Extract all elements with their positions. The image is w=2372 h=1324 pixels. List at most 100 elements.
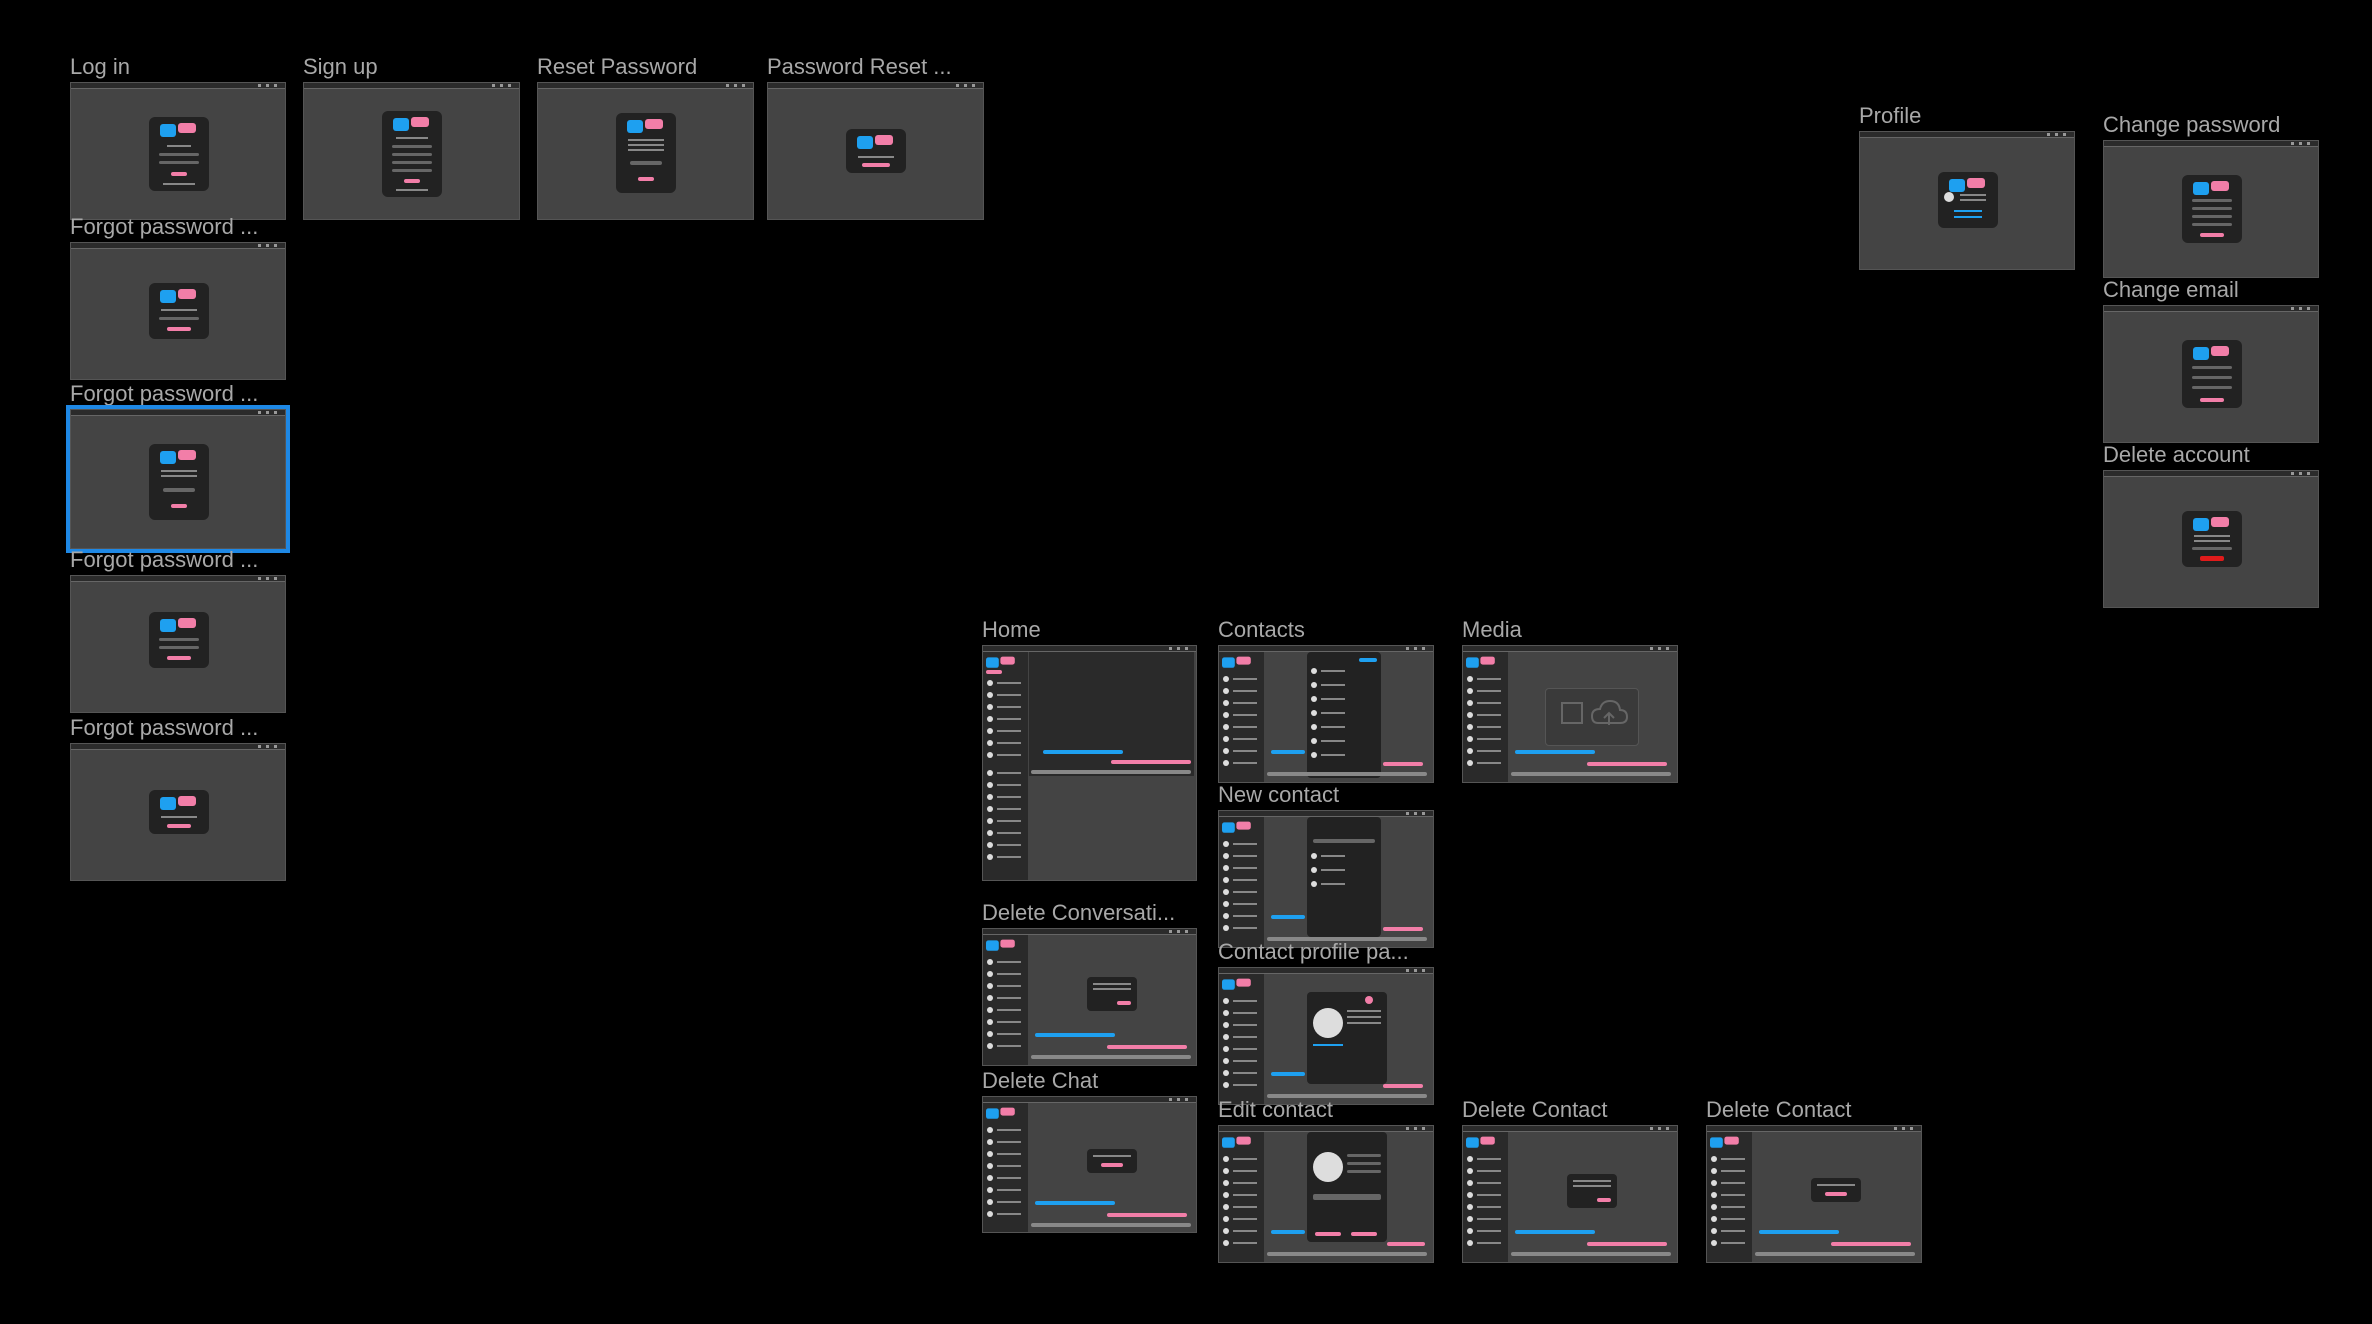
frame-media[interactable]: Media <box>1462 617 1678 783</box>
contacts-sidebar <box>983 1103 1028 1232</box>
avatar <box>1313 1152 1343 1182</box>
frame-login[interactable]: Log in <box>70 54 286 220</box>
browser-bar <box>768 83 983 89</box>
app-logo <box>857 133 895 151</box>
frame-change-email[interactable]: Change email <box>2103 277 2319 443</box>
frame-forgot-password-3[interactable]: Forgot password ... <box>70 547 286 713</box>
frame-thumbnail[interactable] <box>2103 140 2319 278</box>
frame-thumbnail-selected[interactable] <box>66 405 290 553</box>
frame-title: New contact <box>1218 782 1340 807</box>
browser-bar <box>1860 132 2074 138</box>
browser-bar <box>304 83 519 89</box>
frame-title: Forgot password ... <box>70 214 259 239</box>
frame-thumbnail[interactable] <box>303 82 520 220</box>
app-logo <box>986 1106 1016 1120</box>
contacts-panel <box>1307 652 1381 778</box>
signup-card <box>382 111 442 197</box>
frame-thumbnail[interactable] <box>1462 645 1678 783</box>
frame-thumbnail[interactable] <box>70 82 286 220</box>
frame-title: Delete Contact <box>1706 1097 1852 1122</box>
frame-title: Contact profile pa... <box>1218 939 1409 964</box>
frame-signup[interactable]: Sign up <box>303 54 520 220</box>
frame-title: Change email <box>2103 277 2239 302</box>
frame-thumbnail[interactable] <box>982 645 1197 881</box>
app-logo <box>1222 977 1252 991</box>
frame-reset-password[interactable]: Reset Password <box>537 54 754 220</box>
contacts-sidebar <box>983 935 1028 1065</box>
frame-title: Sign up <box>303 54 378 79</box>
frame-change-password[interactable]: Change password <box>2103 112 2319 278</box>
frame-password-reset[interactable]: Password Reset ... <box>767 54 984 220</box>
frame-thumbnail[interactable] <box>2103 470 2319 608</box>
frame-title: Forgot password ... <box>70 381 259 406</box>
frame-thumbnail[interactable] <box>982 1096 1197 1233</box>
app-logo <box>2193 344 2231 362</box>
app-logo <box>160 448 198 466</box>
frame-forgot-password-2[interactable]: Forgot password ... <box>66 381 290 553</box>
frame-title: Delete Chat <box>982 1068 1099 1093</box>
frame-delete-contact-2[interactable]: Delete Contact <box>1706 1097 1922 1263</box>
app-logo <box>1466 655 1496 669</box>
frame-title: Reset Password <box>537 54 698 79</box>
frame-delete-chat[interactable]: Delete Chat <box>982 1068 1197 1233</box>
frame-thumbnail[interactable] <box>70 242 286 380</box>
frame-contact-profile[interactable]: Contact profile pa... <box>1218 939 1434 1105</box>
frame-thumbnail[interactable] <box>1859 131 2075 270</box>
frame-thumbnail[interactable] <box>982 928 1197 1066</box>
signup-button <box>404 179 420 183</box>
avatar <box>1313 1008 1343 1038</box>
app-logo <box>2193 515 2231 533</box>
frame-thumbnail[interactable] <box>1706 1125 1922 1263</box>
frame-thumbnail[interactable] <box>1462 1125 1678 1263</box>
app-logo <box>393 115 431 133</box>
frame-delete-conversation[interactable]: Delete Conversati... <box>982 900 1197 1066</box>
submit-button <box>638 177 654 181</box>
frame-new-contact[interactable]: New contact <box>1218 782 1434 948</box>
browser-bar <box>2104 141 2318 147</box>
frame-thumbnail[interactable] <box>70 743 286 881</box>
contacts-sidebar <box>1707 1132 1752 1262</box>
confirm-card <box>846 129 906 173</box>
frame-profile[interactable]: Profile <box>1859 103 2075 270</box>
frame-forgot-password-4[interactable]: Forgot password ... <box>70 715 286 881</box>
frame-thumbnail[interactable] <box>1218 967 1434 1105</box>
reset-card <box>616 113 676 193</box>
browser-bar <box>71 576 285 582</box>
frame-home[interactable]: Home <box>982 617 1197 881</box>
frame-title: Home <box>982 617 1041 642</box>
forgot-card <box>149 283 209 339</box>
frame-thumbnail[interactable] <box>2103 305 2319 443</box>
code-card <box>149 444 209 520</box>
avatar <box>1944 192 1954 202</box>
app-logo <box>2193 179 2231 197</box>
frame-thumbnail[interactable] <box>1218 1125 1434 1263</box>
frame-title: Log in <box>70 54 130 79</box>
contact-profile-panel <box>1307 992 1387 1084</box>
app-logo <box>160 794 198 812</box>
frame-contacts[interactable]: Contacts <box>1218 617 1434 783</box>
frame-thumbnail[interactable] <box>767 82 984 220</box>
frame-thumbnail[interactable] <box>70 575 286 713</box>
login-card <box>149 117 209 191</box>
frame-title: Forgot password ... <box>70 715 259 740</box>
app-logo <box>1949 176 1987 194</box>
browser-bar <box>538 83 753 89</box>
confirm-dialog <box>1087 1149 1137 1173</box>
frame-delete-contact-1[interactable]: Delete Contact <box>1462 1097 1678 1263</box>
frame-title: Edit contact <box>1218 1097 1333 1122</box>
frame-thumbnail[interactable] <box>1218 645 1434 783</box>
save-button <box>167 656 191 660</box>
app-logo <box>160 616 198 634</box>
contacts-sidebar <box>1463 1132 1508 1262</box>
browser-bar <box>2104 306 2318 312</box>
frame-title: Delete account <box>2103 442 2250 467</box>
frame-thumbnail[interactable] <box>537 82 754 220</box>
save-button <box>2200 398 2224 402</box>
frame-thumbnail[interactable] <box>1218 810 1434 948</box>
frame-delete-account[interactable]: Delete account <box>2103 442 2319 608</box>
frame-edit-contact[interactable]: Edit contact <box>1218 1097 1434 1263</box>
app-logo <box>160 287 198 305</box>
login-button <box>171 172 187 176</box>
contacts-sidebar <box>1463 652 1508 782</box>
frame-forgot-password-1[interactable]: Forgot password ... <box>70 214 286 380</box>
